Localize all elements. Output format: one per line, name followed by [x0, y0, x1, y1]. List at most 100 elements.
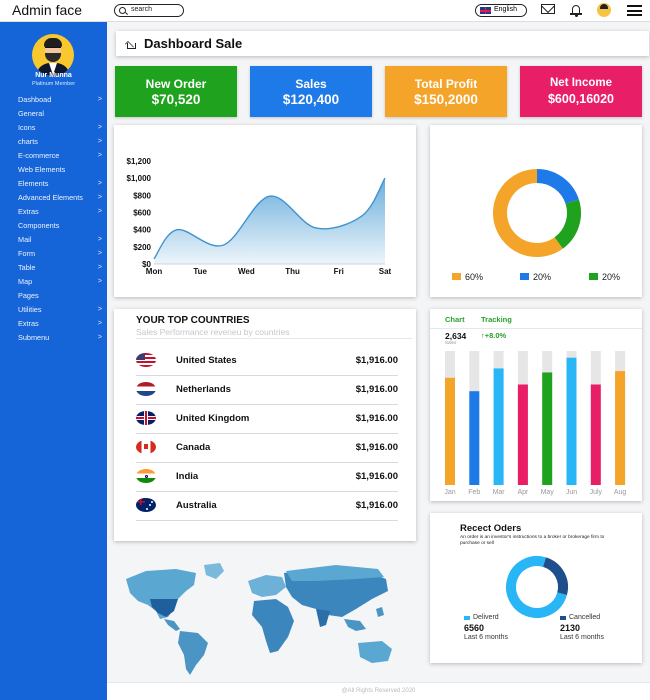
sidebar-item-label: Table: [18, 263, 36, 272]
legend-swatch: [589, 273, 598, 280]
donut-chart-card: 60% 20% 20%: [430, 125, 642, 297]
world-map: [116, 559, 418, 679]
country-row[interactable]: United States $1,916.00: [136, 347, 398, 376]
sidebar-item-extras[interactable]: Extras >: [0, 205, 107, 219]
area-series: [154, 178, 385, 264]
stat-card-new-order[interactable]: New Order $70,520: [115, 66, 237, 117]
sidebar-item-table[interactable]: Table >: [0, 261, 107, 275]
sidebar-item-advanced-elements[interactable]: Advanced Elements >: [0, 191, 107, 205]
sidebar-item-icons[interactable]: Icons >: [0, 121, 107, 135]
x-tick-label: Wed: [238, 267, 255, 276]
sidebar-item-utilities[interactable]: Utilities >: [0, 303, 107, 317]
chevron-right-icon: >: [97, 180, 102, 187]
hamburger-menu-icon[interactable]: [627, 5, 642, 16]
sidebar-item-submenu[interactable]: Submenu >: [0, 331, 107, 345]
bell-icon[interactable]: [570, 4, 582, 17]
search-placeholder: search: [131, 6, 153, 13]
sidebar-item-label: Extras: [18, 207, 39, 216]
sidebar-item-label: Utilities: [18, 305, 42, 314]
india-shape: [316, 609, 330, 627]
x-tick-label: Jun: [566, 489, 577, 496]
y-tick-label: $600: [133, 209, 151, 218]
legend-swatch: [452, 273, 461, 280]
chevron-right-icon: >: [97, 152, 102, 159]
chevron-right-icon: >: [97, 194, 102, 201]
x-tick-label: Feb: [468, 489, 480, 496]
user-avatar-icon[interactable]: [597, 3, 611, 17]
language-select[interactable]: English: [475, 4, 527, 17]
bar: [517, 384, 528, 485]
country-row[interactable]: Netherlands $1,916.00: [136, 376, 398, 405]
uk-flag-icon: [480, 7, 491, 14]
us-flag-icon: [136, 353, 156, 367]
chevron-right-icon: >: [97, 124, 102, 131]
sidebar-item-label: Extras: [18, 319, 39, 328]
south-america-shape: [178, 631, 208, 675]
country-row[interactable]: Canada $1,916.00: [136, 434, 398, 463]
sidebar-item-label: Dashboad: [18, 95, 52, 104]
sidebar-item-extras[interactable]: Extras >: [0, 317, 107, 331]
x-tick-label: May: [541, 489, 555, 496]
y-tick-label: $800: [133, 191, 151, 200]
sidebar-item-web-elements[interactable]: Web Elements: [0, 163, 107, 177]
country-name: India: [176, 471, 199, 482]
sidebar-item-pages[interactable]: Pages: [0, 289, 107, 303]
legend-label: 60%: [465, 272, 483, 282]
country-name: Australia: [176, 500, 217, 511]
usa-shape: [150, 599, 178, 617]
chevron-right-icon: >: [97, 236, 102, 243]
sidebar-item-form[interactable]: Form >: [0, 247, 107, 261]
stat-card-net-income[interactable]: Net Income $600,16020: [520, 66, 642, 117]
chevron-right-icon: >: [97, 278, 102, 285]
sidebar-item-elements[interactable]: Elements >: [0, 177, 107, 191]
country-row[interactable]: India $1,916.00: [136, 463, 398, 492]
bar-chart: Jan Feb Mar Apr May Jun July Aug: [444, 351, 626, 496]
bar: [542, 372, 553, 485]
sidebar-menu: Dashboad > General Icons > charts > E-commerce >…: [0, 93, 107, 345]
chevron-right-icon: >: [97, 306, 102, 313]
country-name: Netherlands: [176, 384, 231, 395]
ca-flag-icon: [136, 440, 156, 454]
stat-card-total-profit[interactable]: Total Profit $150,2000: [385, 66, 507, 117]
recent-orders-card: Recect Oders An order is an investor's i…: [430, 513, 642, 663]
y-tick-label: $200: [133, 243, 151, 252]
country-row[interactable]: Australia $1,916.00: [136, 492, 398, 521]
country-value: $1,916.00: [355, 500, 398, 511]
sidebar-item-dashboad[interactable]: Dashboad >: [0, 93, 107, 107]
chevron-right-icon: >: [97, 208, 102, 215]
sidebar-item-mail[interactable]: Mail >: [0, 233, 107, 247]
orders-donut-slice: [542, 557, 568, 596]
cancelled-caption: Last 6 months: [560, 634, 604, 641]
sidebar-item-label: charts: [18, 137, 38, 146]
chevron-right-icon: >: [97, 96, 102, 103]
sidebar-item-label: Components: [18, 221, 60, 230]
in-flag-icon: [136, 469, 156, 483]
sidebar-item-label: Submenu: [18, 333, 50, 342]
stat-card-sales[interactable]: Sales $120,400: [250, 66, 372, 117]
brand-title[interactable]: Admin face: [12, 2, 82, 18]
stat-label: Sales: [295, 77, 327, 91]
user-role: Platinum Member: [31, 81, 76, 87]
islands-shape: [376, 607, 384, 617]
delivered-label: Deliverd: [473, 614, 499, 621]
x-tick-label: Mon: [146, 267, 163, 276]
sidebar-item-components[interactable]: Components: [0, 219, 107, 233]
sidebar-item-e-commerce[interactable]: E-commerce >: [0, 149, 107, 163]
greenland-shape: [204, 563, 224, 579]
sidebar-item-label: Web Elements: [18, 165, 66, 174]
sidebar-item-map[interactable]: Map >: [0, 275, 107, 289]
countries-title: YOUR TOP COUNTRIES: [136, 315, 250, 326]
delivered-legend-swatch: [464, 616, 470, 620]
legend-label: 20%: [533, 272, 551, 282]
home-icon[interactable]: [125, 38, 137, 50]
x-tick-label: Sat: [379, 267, 392, 276]
mail-icon[interactable]: [541, 4, 555, 14]
sidebar-item-charts[interactable]: charts >: [0, 135, 107, 149]
x-tick-label: Thu: [285, 267, 300, 276]
language-label: English: [494, 6, 517, 13]
stat-value: $150,2000: [414, 92, 478, 107]
country-row[interactable]: United Kingdom $1,916.00: [136, 405, 398, 434]
user-name: Nur Munna: [35, 72, 72, 79]
sidebar-item-general[interactable]: General: [0, 107, 107, 121]
search-input[interactable]: search: [114, 4, 184, 17]
